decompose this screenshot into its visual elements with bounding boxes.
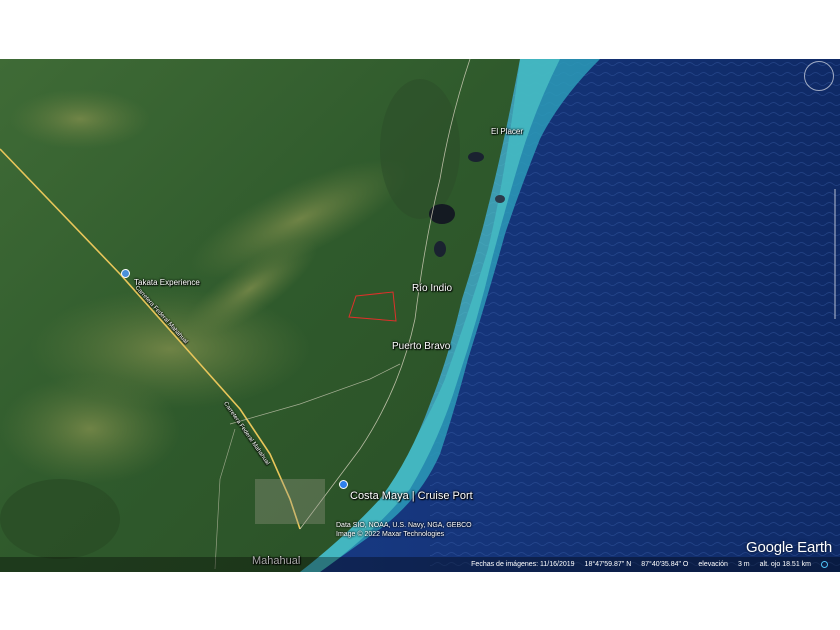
forest-patch: [0, 479, 120, 559]
cruise-port-pin-icon[interactable]: [339, 480, 348, 489]
attribution-line: Data SIO, NOAA, U.S. Navy, NGA, GEBCO: [336, 522, 472, 529]
compass-icon[interactable]: [804, 61, 834, 91]
place-pin-icon[interactable]: [121, 269, 130, 278]
zoom-slider[interactable]: [834, 189, 836, 319]
longitude-readout: 87°40'35.84" O: [641, 561, 689, 568]
place-label-el-placer: El Placer: [491, 127, 524, 136]
eye-altitude: alt. ojo 18.51 km: [759, 561, 811, 568]
google-earth-logo: Google Earth: [746, 539, 832, 556]
map-attribution: Data SIO, NOAA, U.S. Navy, NGA, GEBCO Im…: [336, 521, 472, 539]
lagoon: [434, 241, 446, 257]
elevation-label: elevación: [698, 561, 728, 568]
forest-patch: [380, 79, 460, 219]
globe-icon[interactable]: [821, 561, 828, 568]
satellite-map[interactable]: El Placer Takata Experience Río Indio Pu…: [0, 59, 840, 572]
place-label-costa-maya[interactable]: Costa Maya | Cruise Port: [350, 490, 473, 502]
elevation-value: 3 m: [737, 561, 750, 568]
lagoon: [468, 152, 484, 162]
latitude-readout: 18°47'59.87" N: [584, 561, 632, 568]
wetland-patch: [0, 374, 180, 484]
town-area: [255, 479, 325, 524]
wetland-patch: [10, 89, 150, 149]
place-label-rio-indio: Río Indio: [412, 283, 453, 294]
place-label-puerto-bravo: Puerto Bravo: [392, 341, 451, 352]
lagoon: [429, 204, 455, 224]
place-label-takata[interactable]: Takata Experience: [134, 278, 200, 287]
imagery-date: Fechas de imágenes: 11/16/2019: [471, 561, 575, 568]
lagoon: [495, 195, 505, 203]
attribution-line: Image © 2022 Maxar Technologies: [336, 531, 445, 538]
status-bar: Fechas de imágenes: 11/16/2019 18°47'59.…: [0, 557, 840, 572]
